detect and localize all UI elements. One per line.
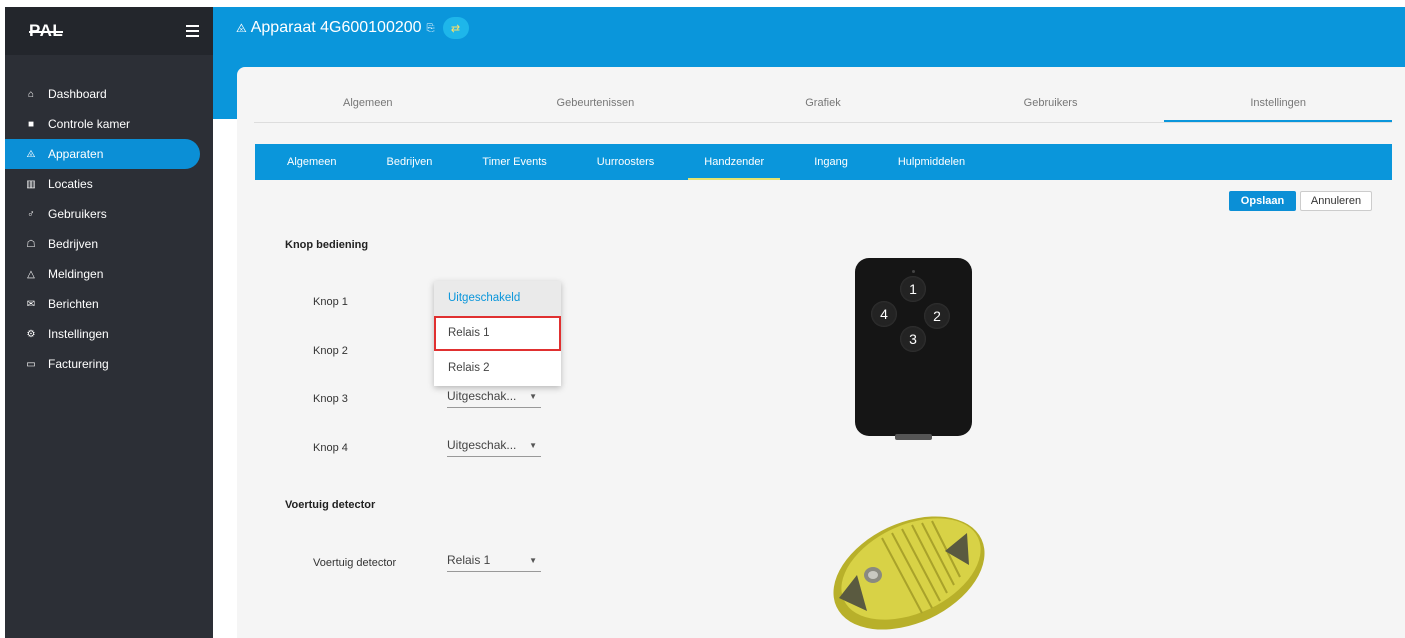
subtab-handzender[interactable]: Handzender xyxy=(688,144,781,180)
sidebar-item-label: Bedrijven xyxy=(48,237,99,251)
sidebar-nav: ⌂ Dashboard ■ Controle kamer ⨻ Apparaten ▥ Loca… xyxy=(5,79,213,379)
knop-1-dropdown-menu: Uitgeschakeld Relais 1 Relais 2 xyxy=(434,281,561,386)
remote-control-image: 1 2 3 4 xyxy=(855,258,972,440)
sidebar-item-locaties[interactable]: ▥ Locaties xyxy=(5,169,213,199)
dropdown-option[interactable]: Relais 2 xyxy=(434,351,561,386)
sidebar-item-label: Facturering xyxy=(48,357,109,371)
cancel-button[interactable]: Annuleren xyxy=(1300,191,1372,211)
save-button[interactable]: Opslaan xyxy=(1229,191,1296,211)
subtab-ingang[interactable]: Ingang xyxy=(798,144,864,180)
content-card: Algemeen Gebeurtenissen Grafiek Gebruikers I… xyxy=(237,67,1405,638)
sidebar-item-apparaten[interactable]: ⨻ Apparaten xyxy=(5,139,200,169)
home-icon: ⌂ xyxy=(27,88,35,100)
user-icon: ♂ xyxy=(27,208,35,220)
app-logo[interactable]: PAL xyxy=(29,21,64,41)
chevron-down-icon: ▼ xyxy=(529,556,537,565)
subtab-timer-events[interactable]: Timer Events xyxy=(466,144,562,180)
sidebar-item-label: Apparaten xyxy=(48,147,104,161)
router-icon: ⨻ xyxy=(26,148,36,160)
main-tabs: Algemeen Gebeurtenissen Grafiek Gebruikers I… xyxy=(254,87,1392,123)
voertuig-detector-select[interactable]: Relais 1 ▼ xyxy=(447,552,541,572)
knop-3-label: Knop 3 xyxy=(313,393,348,405)
swap-icon: ⇄ xyxy=(450,22,461,35)
sidebar-item-bedrijven[interactable]: ☖ Bedrijven xyxy=(5,229,213,259)
remote-button-3: 3 xyxy=(900,326,926,352)
envelope-icon: ✉ xyxy=(26,298,36,310)
briefcase-icon: ☖ xyxy=(26,238,36,250)
section-title-voertuig: Voertuig detector xyxy=(285,499,376,511)
sidebar-item-gebruikers[interactable]: ♂ Gebruikers xyxy=(5,199,213,229)
section-title-knop: Knop bediening xyxy=(285,239,369,251)
sub-tabs: Algemeen Bedrijven Timer Events Uurroosters… xyxy=(255,144,1392,180)
subtab-algemeen[interactable]: Algemeen xyxy=(271,144,353,180)
page-title: Apparaat 4G600100200 xyxy=(250,19,422,36)
dropdown-option[interactable]: Relais 1 xyxy=(434,316,561,351)
sidebar-brand: PAL xyxy=(5,7,213,55)
tab-instellingen[interactable]: Instellingen xyxy=(1164,87,1392,122)
subtab-bedrijven[interactable]: Bedrijven xyxy=(371,144,449,180)
hamburger-menu-icon[interactable] xyxy=(186,25,199,37)
sidebar-item-label: Gebruikers xyxy=(48,207,107,221)
copy-icon[interactable]: ⎘ xyxy=(427,23,435,34)
knop-4-value: Uitgeschak... xyxy=(447,438,517,452)
remote-button-1: 1 xyxy=(900,276,926,302)
credit-card-icon: ▭ xyxy=(26,358,36,370)
voertuig-detector-label: Voertuig detector xyxy=(313,557,397,569)
chevron-down-icon: ▼ xyxy=(529,392,537,401)
sidebar-item-dashboard[interactable]: ⌂ Dashboard xyxy=(5,79,213,109)
sidebar-item-berichten[interactable]: ✉ Berichten xyxy=(5,289,213,319)
device-title-group: ⨻ Apparaat 4G600100200 ⎘ ⇄ xyxy=(236,17,469,39)
remote-button-2: 2 xyxy=(924,303,950,329)
sidebar-item-meldingen[interactable]: △ Meldingen xyxy=(5,259,213,289)
sidebar: PAL ⌂ Dashboard ■ Controle kamer ⨻ Apparaten ▥… xyxy=(5,7,213,638)
sidebar-item-facturering[interactable]: ▭ Facturering xyxy=(5,349,213,379)
knop-1-label: Knop 1 xyxy=(313,296,348,308)
knop-3-select[interactable]: Uitgeschak... ▼ xyxy=(447,388,541,408)
sidebar-item-label: Meldingen xyxy=(48,267,104,281)
vehicle-detector-image xyxy=(833,516,985,630)
tab-algemeen[interactable]: Algemeen xyxy=(254,87,482,122)
map-icon: ▥ xyxy=(26,178,36,190)
sidebar-item-controle-kamer[interactable]: ■ Controle kamer xyxy=(5,109,213,139)
remote-bottom xyxy=(895,434,932,440)
tab-grafiek[interactable]: Grafiek xyxy=(709,87,937,122)
swap-device-button[interactable]: ⇄ xyxy=(442,17,469,39)
sidebar-item-label: Dashboard xyxy=(48,87,107,101)
gear-icon: ⚙ xyxy=(26,328,36,340)
router-icon: ⨻ xyxy=(236,20,247,35)
dropdown-option[interactable]: Uitgeschakeld xyxy=(434,281,561,316)
remote-button-4: 4 xyxy=(871,301,897,327)
knop-3-value: Uitgeschak... xyxy=(447,389,517,403)
sidebar-item-label: Locaties xyxy=(48,177,93,191)
tab-gebruikers[interactable]: Gebruikers xyxy=(937,87,1165,122)
sidebar-item-label: Instellingen xyxy=(48,327,109,341)
sidebar-item-instellingen[interactable]: ⚙ Instellingen xyxy=(5,319,213,349)
knop-2-label: Knop 2 xyxy=(313,345,348,357)
remote-led xyxy=(912,270,915,273)
knop-4-select[interactable]: Uitgeschak... ▼ xyxy=(447,437,541,457)
chevron-down-icon: ▼ xyxy=(529,441,537,450)
knop-4-label: Knop 4 xyxy=(313,442,348,454)
building-icon: ■ xyxy=(27,118,35,130)
sidebar-item-label: Controle kamer xyxy=(48,117,131,131)
tab-gebeurtenissen[interactable]: Gebeurtenissen xyxy=(482,87,710,122)
subtab-uurroosters[interactable]: Uurroosters xyxy=(581,144,670,180)
sidebar-item-label: Berichten xyxy=(48,297,99,311)
voertuig-detector-value: Relais 1 xyxy=(447,553,491,567)
bell-icon: △ xyxy=(27,268,35,280)
subtab-hulpmiddelen[interactable]: Hulpmiddelen xyxy=(882,144,981,180)
